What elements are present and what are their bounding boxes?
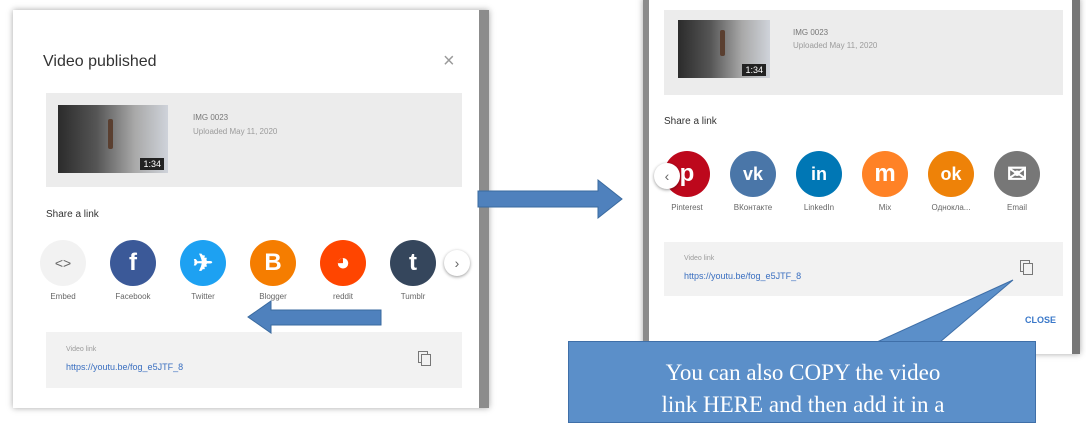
callout-box: You can also COPY the video link HERE an… [568, 341, 1036, 423]
callout-line-1: You can also COPY the video [665, 360, 941, 385]
callout-pointer [876, 279, 1014, 343]
callout-line-2: link HERE and then add it in a [661, 392, 945, 417]
right-arrow-annotation [477, 178, 623, 220]
callout-text: You can also COPY the video link HERE an… [569, 357, 1037, 421]
left-arrow-annotation [247, 300, 382, 334]
